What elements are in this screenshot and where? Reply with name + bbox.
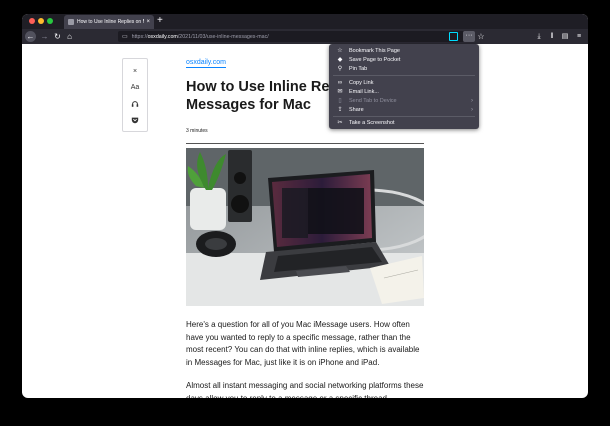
menu-item-email-link[interactable]: ✉ Email Link... [329,87,479,96]
article-paragraph: Almost all instant messaging and social … [186,381,424,398]
pin-icon: ⚲ [337,66,343,72]
menu-item-label: Bookmark This Page [349,47,400,54]
screenshot-icon: ✂ [337,120,343,126]
article-paragraph: Here's a question for all of you Mac iMe… [186,320,420,368]
active-tab[interactable]: How to Use Inline Replies on Messages fo… [64,15,154,29]
star-icon: ☆ [337,48,343,54]
home-button[interactable]: ⌂ [64,31,75,42]
link-icon: ∞ [337,79,343,86]
back-button[interactable]: ← [25,31,36,42]
navigation-bar: ← → ↻ ⌂ ▭ https://osxdaily.com/2021/11/0… [22,29,588,44]
url-prefix: https:// [131,33,148,40]
device-icon: ▯ [338,98,342,104]
page-actions-menu: ☆ Bookmark This Page ◆ Save Page to Pock… [329,44,479,129]
menu-item-pin-tab[interactable]: ⚲ Pin Tab [329,64,479,73]
forward-button[interactable]: → [39,31,50,42]
menu-item-bookmark[interactable]: ☆ Bookmark This Page [329,46,479,55]
page-actions-button[interactable]: ··· [463,31,475,42]
window-maximize-button[interactable] [47,18,53,24]
menu-separator [333,116,475,117]
downloads-icon[interactable]: ⤓ [534,31,544,42]
divider [186,143,424,144]
sidebar-icon[interactable]: ▤ [560,31,570,42]
url-host: osxdaily.com [147,33,178,40]
menu-item-label: Pin Tab [349,65,368,72]
tab-strip: How to Use Inline Replies on Messages fo… [22,14,588,29]
url-path: /2021/11/03/use-inline-messages-mac/ [177,33,269,40]
page-icon: ▭ [122,34,128,40]
library-icon[interactable]: ‖ [547,31,557,42]
menu-item-copy-link[interactable]: ∞ Copy Link [329,78,479,87]
menu-item-label: Save Page to Pocket [349,56,401,63]
menu-item-label: Share [349,106,364,113]
reader-toolbar: × Aa [122,58,148,132]
menu-icon[interactable]: ≡ [574,31,584,42]
url-text[interactable]: https://osxdaily.com/2021/11/03/use-inli… [132,34,461,40]
menu-item-send-tab-to-device: ▯ Send Tab to Device › [329,96,479,105]
chevron-right-icon: › [471,106,473,113]
tab-close-icon[interactable]: × [146,19,150,25]
chevron-right-icon: › [471,97,473,104]
hero-image [186,148,424,306]
menu-item-label: Copy Link [349,79,374,86]
type-controls-button[interactable]: Aa [123,82,147,94]
mail-icon: ✉ [337,89,343,95]
url-bar[interactable]: ▭ https://osxdaily.com/2021/11/03/use-in… [118,31,465,42]
new-tab-button[interactable]: + [157,15,163,27]
menu-item-label: Email Link... [349,88,379,95]
reload-button[interactable]: ↻ [52,31,63,42]
favicon-icon [68,19,74,25]
menu-item-label: Take a Screenshot [349,119,395,126]
pocket-icon: ◆ [337,57,343,63]
window-minimize-button[interactable] [38,18,44,24]
site-link[interactable]: osxdaily.com [186,58,226,68]
read-time: 3 minutes [186,128,208,134]
tab-title: How to Use Inline Replies on Messages fo… [77,19,144,25]
bookmark-star-icon[interactable]: ☆ [476,31,486,42]
menu-separator [333,75,475,76]
window-close-button[interactable] [29,18,35,24]
menu-item-label: Send Tab to Device [349,97,397,104]
menu-item-share[interactable]: ⇪ Share › [329,105,479,114]
pocket-icon[interactable] [123,114,147,126]
menu-item-take-screenshot[interactable]: ✂ Take a Screenshot [329,118,479,127]
share-icon: ⇪ [337,107,343,113]
menu-item-save-to-pocket[interactable]: ◆ Save Page to Pocket [329,55,479,64]
browser-window: How to Use Inline Replies on Messages fo… [22,14,588,398]
reader-view-icon[interactable] [449,32,458,41]
close-reader-icon[interactable]: × [123,66,147,78]
listen-icon[interactable] [123,98,147,110]
